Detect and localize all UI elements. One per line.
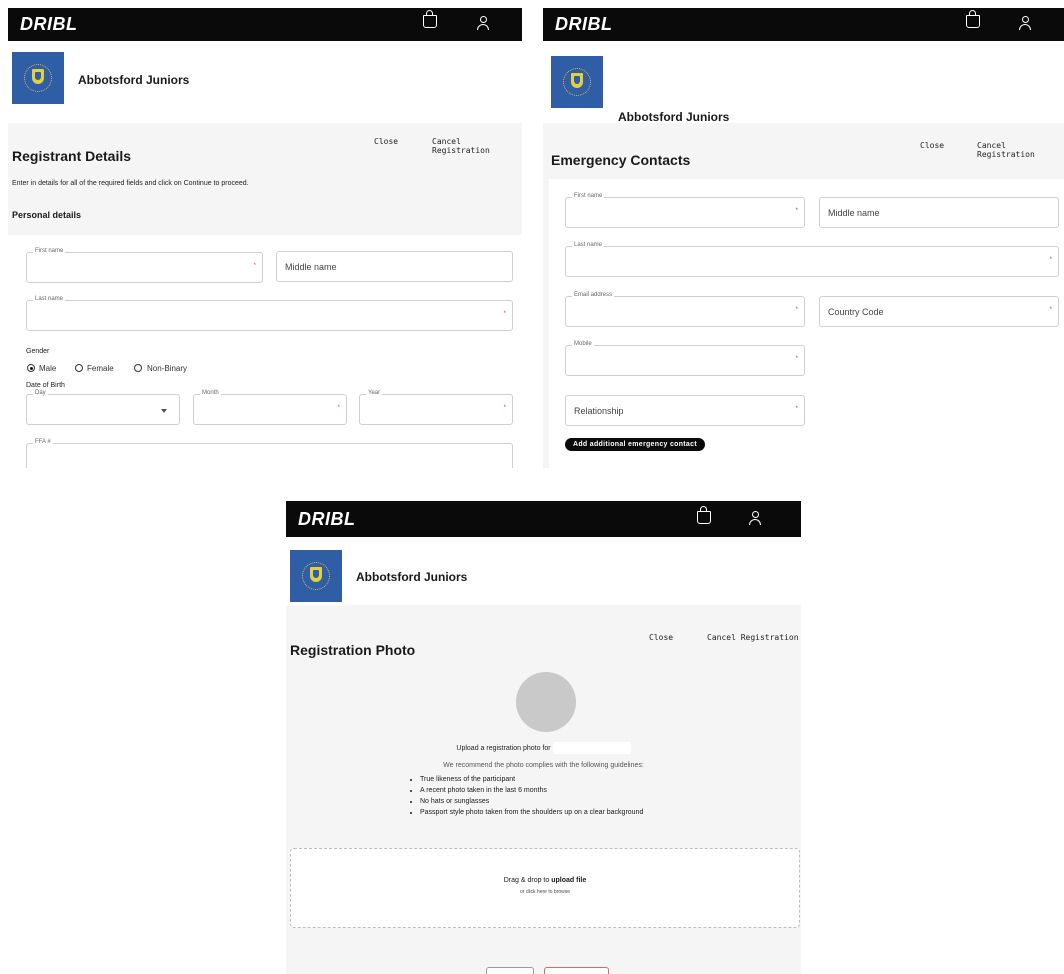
- cancel-registration-link[interactable]: Cancel Registration: [977, 141, 1064, 159]
- club-name: Abbotsford Juniors: [356, 570, 468, 584]
- user-icon[interactable]: [748, 511, 762, 527]
- dribl-logo[interactable]: DRIBL: [20, 14, 78, 35]
- gender-female-radio[interactable]: [75, 364, 83, 372]
- gender-female-label: Female: [87, 364, 114, 373]
- last-name-field[interactable]: Last name *: [26, 296, 513, 331]
- chevron-down-icon: [161, 408, 167, 413]
- club-header: Abbotsford Juniors: [543, 41, 1064, 124]
- ec-middle-name-placeholder: Middle name: [828, 207, 880, 218]
- ec-relationship-field[interactable]: Relationship *: [565, 395, 805, 426]
- club-name: Abbotsford Juniors: [78, 73, 190, 87]
- middle-name-placeholder: Middle name: [285, 261, 337, 272]
- dob-month-field[interactable]: Month *: [193, 390, 347, 425]
- ec-first-name-label: First name: [572, 193, 605, 199]
- avatar-placeholder: [516, 672, 576, 732]
- page-title: Emergency Contacts: [551, 152, 691, 168]
- top-nav-bar: DRIBL: [543, 8, 1064, 41]
- upload-prompt: Upload a registration photo for: [286, 742, 801, 754]
- dribl-logo[interactable]: DRIBL: [298, 509, 356, 530]
- gender-nonbinary-radio[interactable]: [134, 364, 142, 372]
- emergency-header-area: Close Cancel Registration Emergency Cont…: [543, 123, 1064, 179]
- registration-photo-panel: DRIBL Abbotsford Juniors Close Cancel Re…: [286, 501, 801, 974]
- dob-day-select[interactable]: Day: [26, 390, 180, 425]
- ec-last-name-label: Last name: [572, 242, 605, 248]
- back-button[interactable]: [486, 967, 534, 974]
- upload-dropzone[interactable]: Drag & drop to upload file or click here…: [290, 848, 800, 928]
- ec-first-name-field[interactable]: First name *: [565, 193, 805, 228]
- left-grey-edge: [543, 179, 549, 468]
- dob-year-field[interactable]: Year *: [359, 390, 513, 425]
- gender-male-radio[interactable]: [27, 364, 35, 372]
- list-item: No hats or sunglasses: [420, 796, 643, 807]
- close-link[interactable]: Close: [374, 137, 398, 146]
- drop-prefix: Drag & drop to: [503, 877, 550, 884]
- section-heading: Personal details: [12, 210, 82, 220]
- user-icon[interactable]: [1018, 16, 1032, 32]
- ffa-label: FFA #: [33, 439, 53, 445]
- ec-mobile-label: Mobile: [572, 341, 594, 347]
- day-label: Day: [33, 390, 48, 396]
- ec-middle-name-field[interactable]: Middle name: [819, 197, 1059, 228]
- close-link[interactable]: Close: [649, 633, 673, 642]
- cancel-registration-link[interactable]: Cancel Registration: [707, 633, 799, 642]
- upload-file-link[interactable]: upload file: [551, 877, 586, 884]
- ec-mobile-field[interactable]: Mobile *: [565, 341, 805, 376]
- bag-icon[interactable]: [423, 10, 437, 28]
- emergency-contacts-panel: DRIBL Abbotsford Juniors Close Cancel Re…: [543, 8, 1064, 468]
- ec-relationship-placeholder: Relationship: [574, 405, 624, 416]
- ec-email-label: Email address: [572, 292, 615, 298]
- guidelines-list: True likeness of the participant A recen…: [408, 774, 643, 818]
- ec-email-field[interactable]: Email address *: [565, 292, 805, 327]
- top-nav-bar: DRIBL: [286, 501, 801, 537]
- registrant-details-panel: DRIBL Abbotsford Juniors Close Cancel Re…: [8, 8, 522, 468]
- first-name-field[interactable]: First name *: [26, 248, 263, 283]
- middle-name-field[interactable]: Middle name: [276, 251, 513, 282]
- page-title: Registrant Details: [12, 148, 132, 164]
- ec-country-code-placeholder: Country Code: [828, 306, 884, 317]
- ec-last-name-field[interactable]: Last name *: [565, 242, 1059, 277]
- list-item: A recent photo taken in the last 6 month…: [420, 785, 643, 796]
- page-title: Registration Photo: [290, 642, 416, 658]
- year-label: Year: [366, 390, 383, 396]
- month-label: Month: [200, 390, 221, 396]
- last-name-label: Last name: [33, 296, 66, 302]
- dribl-logo[interactable]: DRIBL: [555, 14, 613, 35]
- instructions-text: Enter in details for all of the required…: [12, 180, 249, 187]
- list-item: Passport style photo taken from the shou…: [420, 807, 643, 818]
- gender-male-label: Male: [39, 364, 57, 373]
- browse-text[interactable]: or click here to browse: [291, 889, 799, 895]
- drop-text: Drag & drop to upload file: [291, 877, 799, 884]
- list-item: True likeness of the participant: [420, 774, 643, 785]
- registrant-header-area: Close Cancel Registration Registrant Det…: [8, 123, 522, 235]
- recommend-text: We recommend the photo complies with the…: [443, 762, 644, 769]
- club-logo-icon: [290, 550, 342, 602]
- bag-icon[interactable]: [697, 506, 711, 524]
- continue-button[interactable]: [544, 967, 609, 974]
- first-name-label: First name: [33, 248, 66, 254]
- add-emergency-contact-button[interactable]: Add additional emergency contact: [565, 438, 705, 451]
- close-link[interactable]: Close: [920, 141, 944, 150]
- ec-country-code-field[interactable]: Country Code *: [819, 296, 1059, 327]
- cancel-registration-link[interactable]: Cancel Registration: [432, 137, 522, 155]
- club-logo-icon: [551, 56, 603, 108]
- top-nav-bar: DRIBL: [8, 8, 522, 41]
- club-name: Abbotsford Juniors: [618, 110, 730, 124]
- gender-label: Gender: [26, 348, 50, 355]
- participant-name-redacted: [552, 742, 631, 754]
- ffa-number-field[interactable]: FFA #: [26, 439, 513, 468]
- club-logo-icon: [12, 52, 64, 104]
- gender-nonbinary-label: Non-Binary: [147, 364, 188, 373]
- bag-icon[interactable]: [966, 10, 980, 28]
- user-icon[interactable]: [476, 16, 490, 32]
- club-header: Abbotsford Juniors: [8, 41, 522, 123]
- upload-prompt-text: Upload a registration photo for: [456, 744, 551, 752]
- dob-label: Date of Birth: [26, 382, 65, 389]
